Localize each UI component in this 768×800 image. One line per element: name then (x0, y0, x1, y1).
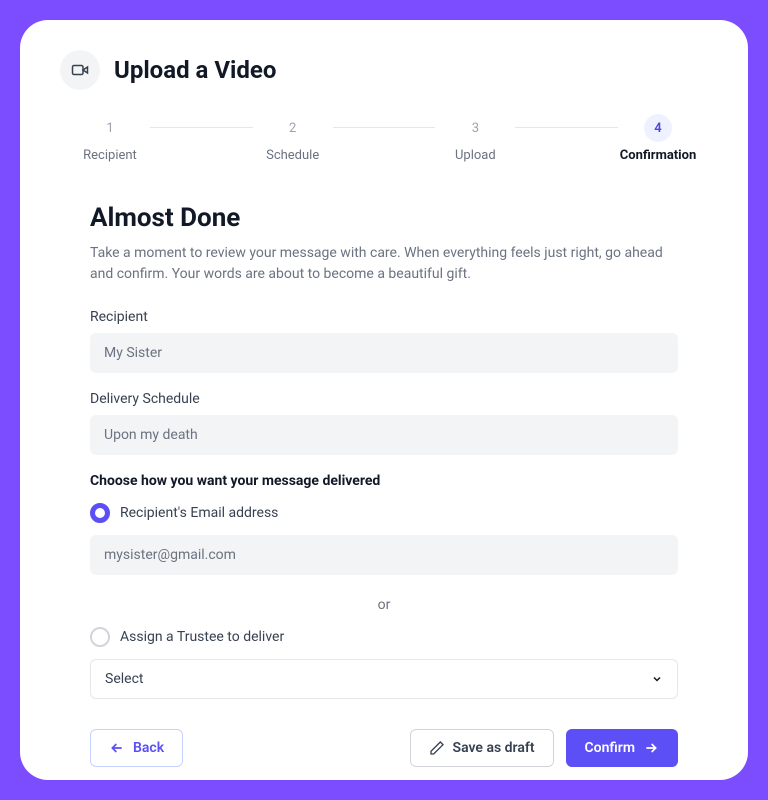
pencil-icon (429, 740, 445, 756)
back-button[interactable]: Back (90, 729, 183, 767)
footer: Back Save as draft Confirm (90, 729, 678, 767)
confirm-button[interactable]: Confirm (566, 729, 678, 767)
schedule-input[interactable] (90, 415, 678, 455)
step-recipient[interactable]: 1 Recipient (70, 114, 150, 163)
step-connector (333, 127, 436, 128)
email-input[interactable] (90, 535, 678, 575)
step-upload[interactable]: 3 Upload (435, 114, 515, 163)
step-connector (150, 127, 253, 128)
trustee-select-value: Select (105, 671, 143, 687)
delivery-section-label: Choose how you want your message deliver… (90, 473, 678, 489)
modal-card: Upload a Video 1 Recipient 2 Schedule 3 … (20, 20, 748, 780)
trustee-select[interactable]: Select (90, 659, 678, 699)
recipient-input[interactable] (90, 333, 678, 373)
chevron-down-icon (651, 673, 663, 685)
radio-trustee-row[interactable]: Assign a Trustee to deliver (90, 627, 678, 647)
content: Almost Done Take a moment to review your… (60, 203, 708, 767)
footer-right: Save as draft Confirm (410, 729, 678, 767)
heading: Almost Done (90, 203, 678, 233)
radio-trustee-label: Assign a Trustee to deliver (120, 629, 284, 645)
video-icon (60, 50, 100, 90)
step-confirmation[interactable]: 4 Confirmation (618, 114, 698, 163)
radio-email[interactable] (90, 503, 110, 523)
step-connector (515, 127, 618, 128)
radio-email-label: Recipient's Email address (120, 505, 278, 521)
step-schedule[interactable]: 2 Schedule (253, 114, 333, 163)
page-title: Upload a Video (114, 56, 276, 84)
header: Upload a Video (60, 50, 708, 90)
or-divider: or (90, 597, 678, 613)
save-draft-button[interactable]: Save as draft (410, 729, 554, 767)
recipient-label: Recipient (90, 309, 678, 325)
stepper: 1 Recipient 2 Schedule 3 Upload 4 Confir… (60, 114, 708, 163)
subtext: Take a moment to review your message wit… (90, 243, 678, 285)
arrow-right-icon (643, 740, 659, 756)
arrow-left-icon (109, 740, 125, 756)
schedule-label: Delivery Schedule (90, 391, 678, 407)
radio-trustee[interactable] (90, 627, 110, 647)
radio-email-row[interactable]: Recipient's Email address (90, 503, 678, 523)
